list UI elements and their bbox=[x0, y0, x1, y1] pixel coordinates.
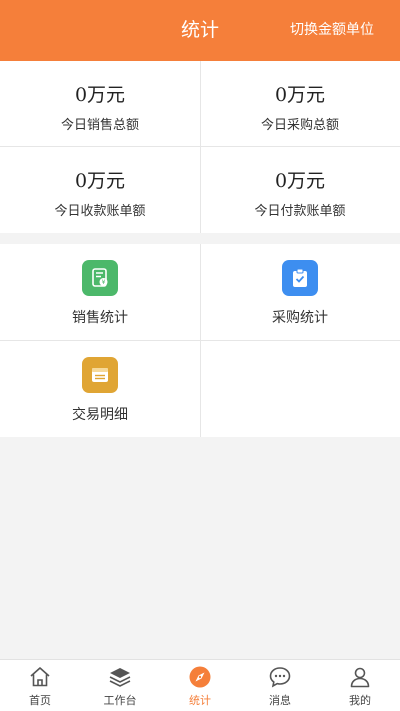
tab-statistics[interactable]: 统计 bbox=[160, 660, 240, 711]
stat-today-receipts: 0万元 今日收款账单额 bbox=[0, 147, 200, 233]
chat-bubble-icon bbox=[269, 667, 291, 688]
divider bbox=[0, 146, 400, 147]
tab-label: 工作台 bbox=[103, 694, 137, 707]
transaction-list-icon bbox=[82, 357, 118, 393]
menu-item-transaction-details[interactable]: 交易明细 bbox=[0, 341, 200, 437]
divider bbox=[200, 61, 201, 233]
stat-value: 0万元 bbox=[274, 84, 326, 106]
compass-icon bbox=[189, 666, 211, 688]
home-icon bbox=[30, 667, 50, 687]
stat-label: 今日收款账单额 bbox=[54, 204, 146, 219]
top-nav-bar: 统计 切换金额单位 bbox=[0, 0, 400, 61]
menu-item-purchase-statistics[interactable]: 采购统计 bbox=[200, 244, 400, 340]
switch-amount-unit-button[interactable]: 切换金额单位 bbox=[290, 0, 374, 61]
tab-label: 我的 bbox=[349, 694, 371, 707]
stat-label: 今日销售总额 bbox=[60, 118, 139, 133]
tab-label: 消息 bbox=[269, 694, 291, 707]
tab-profile[interactable]: 我的 bbox=[320, 660, 400, 711]
svg-text:¥: ¥ bbox=[102, 279, 106, 286]
tab-messages[interactable]: 消息 bbox=[240, 660, 320, 711]
stat-today-sales: 0万元 今日销售总额 bbox=[0, 61, 200, 147]
stat-label: 今日采购总额 bbox=[260, 118, 339, 133]
stat-label: 今日付款账单额 bbox=[254, 204, 346, 219]
stat-value: 0万元 bbox=[74, 170, 126, 192]
stat-value: 0万元 bbox=[274, 170, 326, 192]
menu-item-label: 销售统计 bbox=[72, 310, 128, 326]
sales-report-icon: ¥ bbox=[82, 260, 118, 296]
stat-today-payments: 0万元 今日付款账单额 bbox=[200, 147, 400, 233]
menu-item-label: 采购统计 bbox=[272, 310, 328, 326]
menu-item-sales-statistics[interactable]: ¥ 销售统计 bbox=[0, 244, 200, 340]
tab-workbench[interactable]: 工作台 bbox=[80, 660, 160, 711]
bottom-tab-bar: 首页 工作台 统计 消息 我的 bbox=[0, 659, 400, 711]
menu-item-label: 交易明细 bbox=[72, 407, 128, 423]
stats-summary: 0万元 今日销售总额 0万元 今日采购总额 0万元 今日收款账单额 0万元 今日… bbox=[0, 61, 400, 233]
clipboard-check-icon bbox=[282, 260, 318, 296]
statistics-menu: ¥ 销售统计 采购统计 交易明细 bbox=[0, 244, 400, 437]
tab-home[interactable]: 首页 bbox=[0, 660, 80, 711]
tab-label: 统计 bbox=[189, 694, 211, 707]
stat-value: 0万元 bbox=[74, 84, 126, 106]
stat-today-purchase: 0万元 今日采购总额 bbox=[200, 61, 400, 147]
divider bbox=[0, 340, 400, 341]
layers-icon bbox=[109, 668, 131, 687]
tab-label: 首页 bbox=[29, 694, 51, 707]
user-icon bbox=[350, 667, 370, 688]
